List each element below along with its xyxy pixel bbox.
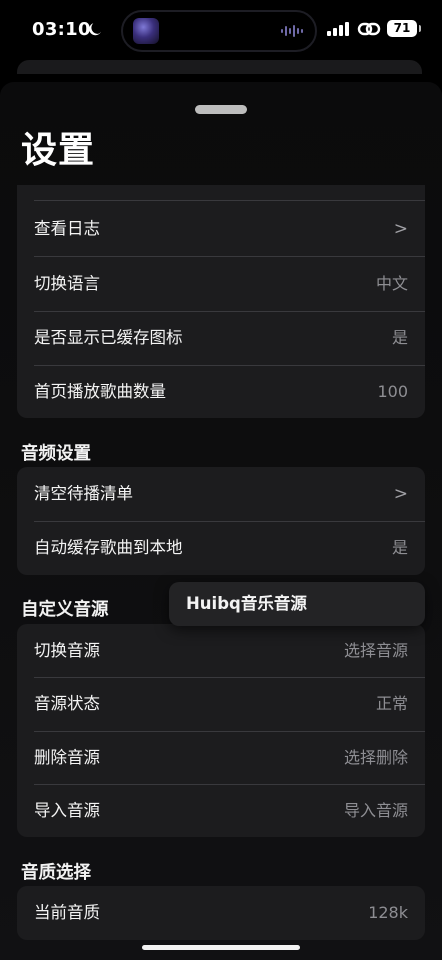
auto-cache-row[interactable]: 自动缓存歌曲到本地 是 <box>17 521 425 575</box>
row-label: 导入音源 <box>34 801 100 820</box>
row-label: 自动缓存歌曲到本地 <box>34 538 183 557</box>
row-label: 切换音源 <box>34 641 100 660</box>
row-label: 切换语言 <box>34 274 100 293</box>
now-playing-artwork <box>133 18 159 44</box>
import-source-row[interactable]: 导入音源 导入音源 <box>17 784 425 837</box>
delete-source-row[interactable]: 删除音源 选择删除 <box>17 731 425 785</box>
row-value: 128k <box>368 903 408 922</box>
general-settings-card: 查看日志 > 切换语言 中文 是否显示已缓存图标 是 首页播放歌曲数量 100 <box>17 185 425 418</box>
view-log-row[interactable]: 查看日志 > <box>17 202 425 256</box>
switch-source-row[interactable]: 切换音源 选择音源 <box>17 624 425 678</box>
row-value: 选择删除 <box>343 748 408 767</box>
signal-icon <box>327 22 349 36</box>
row-label: 删除音源 <box>34 748 100 767</box>
quality-card: 当前音质 128k <box>17 886 425 940</box>
row-label: 查看日志 <box>34 219 100 238</box>
row-value: 中文 <box>375 274 408 293</box>
row-label: 当前音质 <box>34 903 100 922</box>
row-value: 正常 <box>375 694 408 713</box>
row-value: 100 <box>377 382 408 401</box>
switch-language-row[interactable]: 切换语言 中文 <box>17 257 425 311</box>
home-indicator[interactable] <box>142 945 300 950</box>
settings-screen: 03:10 71 设置 查看日志 > 切换语言 中文 是否显示已缓存图标 是 首… <box>0 0 442 960</box>
sheet-grabber[interactable] <box>195 105 247 114</box>
source-status-row[interactable]: 音源状态 正常 <box>17 677 425 731</box>
source-option-huibq[interactable]: Huibq音乐音源 <box>186 582 307 626</box>
moon-icon <box>89 23 101 36</box>
status-time: 03:10 <box>32 19 91 40</box>
audio-wave-icon <box>281 25 303 37</box>
background-sheet <box>17 60 422 74</box>
row-value: 是 <box>391 328 408 347</box>
row-value: 导入音源 <box>343 801 408 820</box>
custom-source-header: 自定义音源 <box>21 600 109 620</box>
row-label: 音源状态 <box>34 694 100 713</box>
show-cached-icon-row[interactable]: 是否显示已缓存图标 是 <box>17 311 425 365</box>
status-bar: 03:10 71 <box>0 0 442 60</box>
custom-source-card: 切换音源 选择音源 音源状态 正常 删除音源 选择删除 导入音源 导入音源 <box>17 624 425 837</box>
row-label: 是否显示已缓存图标 <box>34 328 183 347</box>
current-quality-row[interactable]: 当前音质 128k <box>17 886 425 940</box>
row-value: 是 <box>391 538 408 557</box>
audio-settings-card: 清空待播清单 > 自动缓存歌曲到本地 是 <box>17 467 425 575</box>
personal-hotspot-icon <box>357 22 381 36</box>
chevron-right-icon: > <box>393 484 408 504</box>
home-song-count-row[interactable]: 首页播放歌曲数量 100 <box>17 365 425 418</box>
clear-queue-row[interactable]: 清空待播清单 > <box>17 467 425 521</box>
battery-icon: 71 <box>387 20 421 37</box>
page-title: 设置 <box>21 130 96 171</box>
dynamic-island[interactable] <box>121 10 317 52</box>
source-popup-menu[interactable]: Huibq音乐音源 <box>169 582 425 626</box>
row-divider <box>34 200 425 201</box>
row-label: 首页播放歌曲数量 <box>34 382 166 401</box>
row-value: 选择音源 <box>343 641 408 660</box>
row-label: 清空待播清单 <box>34 484 133 503</box>
quality-header: 音质选择 <box>21 863 91 883</box>
chevron-right-icon: > <box>393 219 408 239</box>
audio-settings-header: 音频设置 <box>21 444 91 464</box>
